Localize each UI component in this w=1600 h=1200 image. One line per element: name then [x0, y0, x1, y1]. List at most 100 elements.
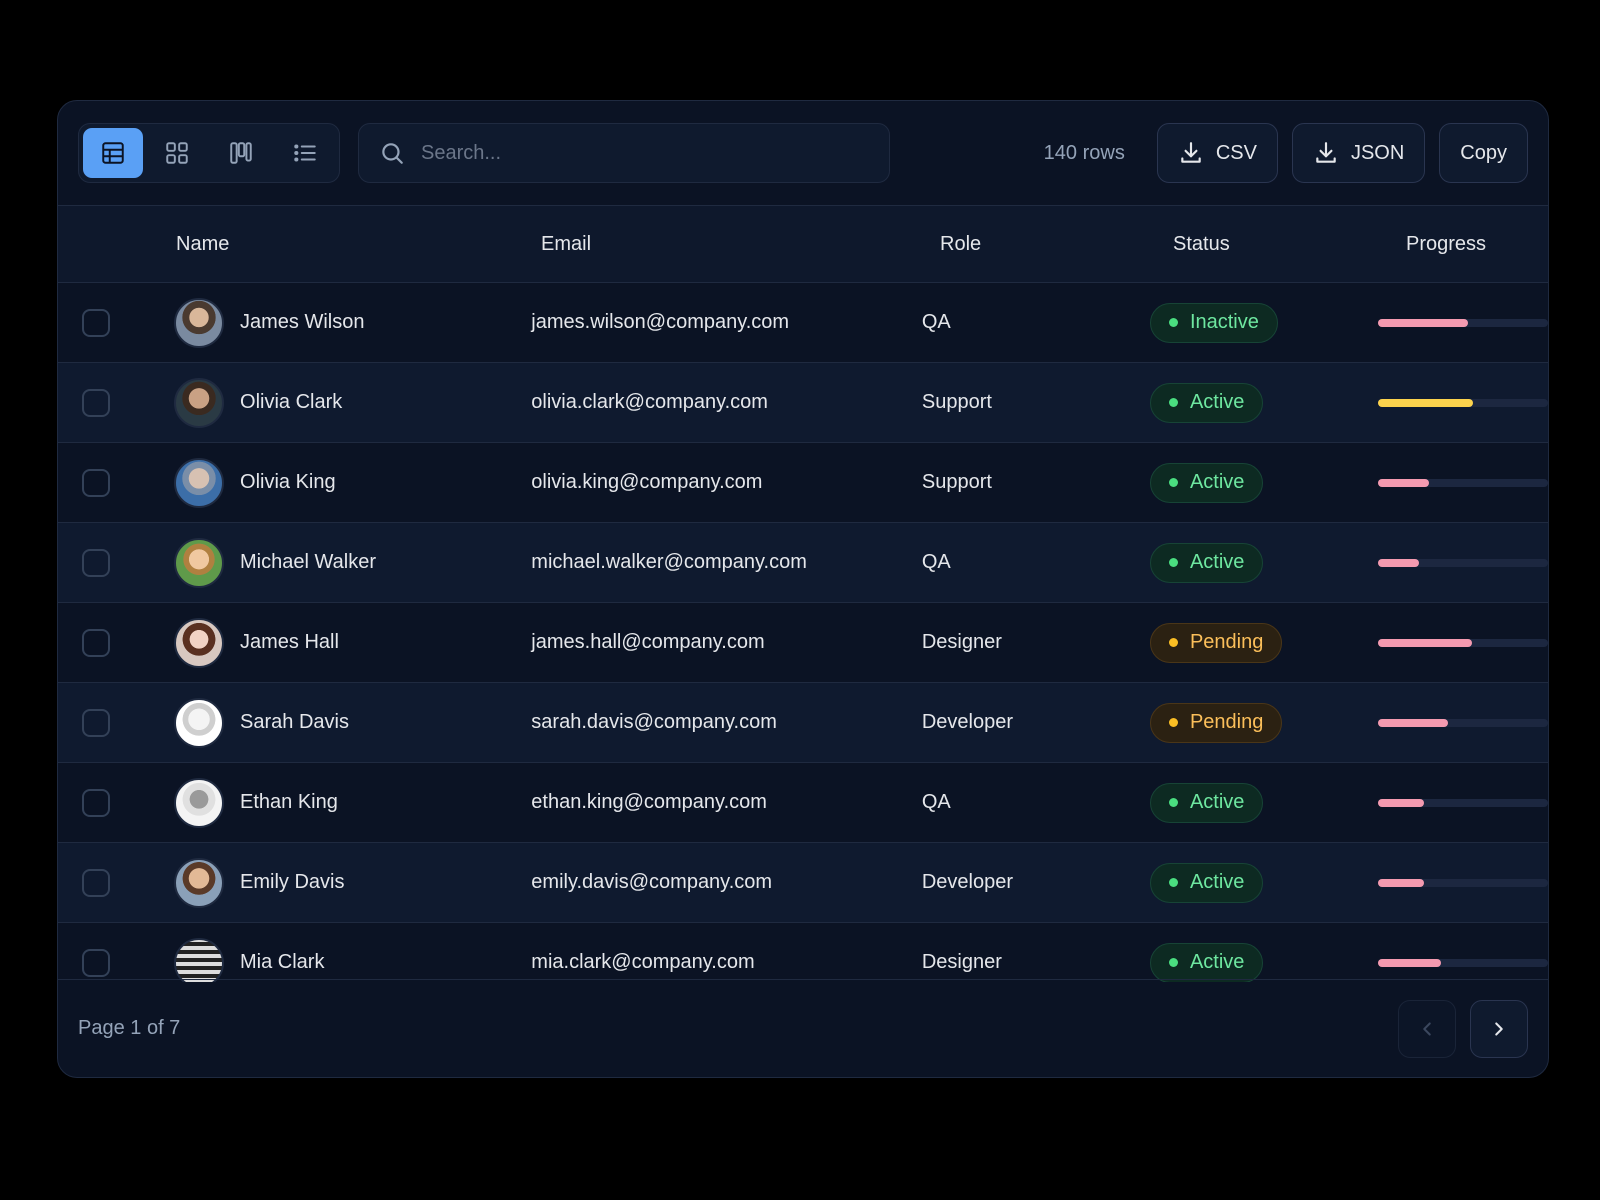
email-cell: olivia.king@company.com — [531, 471, 922, 494]
progress-bar — [1378, 878, 1548, 887]
row-checkbox[interactable] — [82, 708, 110, 737]
row-checkbox-cell — [58, 868, 174, 897]
row-checkbox[interactable] — [82, 948, 110, 977]
avatar — [174, 537, 225, 588]
row-checkbox-cell — [58, 548, 174, 577]
table-row[interactable]: Olivia King olivia.king@company.com Supp… — [58, 443, 1548, 523]
role-cell: QA — [922, 311, 1150, 334]
progress-cell — [1378, 718, 1548, 727]
name-cell: Michael Walker — [174, 537, 531, 588]
email-cell: sarah.davis@company.com — [531, 711, 922, 734]
progress-bar-fill — [1378, 558, 1419, 567]
status-label: Active — [1189, 951, 1245, 973]
row-checkbox-cell — [58, 948, 174, 977]
row-checkbox[interactable] — [82, 788, 110, 817]
email-cell: olivia.clark@company.com — [531, 391, 922, 414]
status-cell: Active — [1149, 462, 1378, 503]
user-role: Designer — [921, 631, 1002, 653]
row-checkbox[interactable] — [82, 468, 110, 497]
next-page-button[interactable] — [1470, 999, 1528, 1058]
status-label: Active — [1189, 391, 1245, 413]
status-dot-icon — [1168, 798, 1178, 807]
user-email: james.hall@company.com — [531, 631, 765, 653]
status-badge: Active — [1149, 382, 1264, 423]
user-name: Olivia King — [240, 471, 336, 493]
search-input[interactable] — [419, 140, 869, 166]
toolbar: 140 rows CSV JSON Copy — [58, 101, 1548, 205]
progress-bar-fill — [1378, 718, 1448, 727]
status-badge: Active — [1149, 782, 1264, 823]
row-checkbox-cell — [58, 468, 174, 497]
column-header-email[interactable]: Email — [541, 233, 940, 256]
progress-cell — [1378, 398, 1548, 407]
view-switcher — [78, 123, 340, 183]
row-checkbox-cell — [58, 628, 174, 657]
table-row[interactable]: Michael Walker michael.walker@company.co… — [58, 523, 1548, 603]
progress-bar-fill — [1378, 398, 1474, 407]
table-row[interactable]: Emily Davis emily.davis@company.com Deve… — [58, 843, 1548, 923]
column-header-role[interactable]: Role — [940, 233, 1173, 256]
data-table-panel: 140 rows CSV JSON Copy Name Email Role S… — [57, 100, 1549, 1078]
table-row[interactable]: James Wilson james.wilson@company.com QA… — [58, 283, 1548, 363]
avatar — [174, 777, 225, 828]
status-badge: Active — [1149, 942, 1264, 982]
export-csv-button[interactable]: CSV — [1156, 123, 1278, 183]
user-email: emily.davis@company.com — [531, 871, 773, 893]
previous-page-button[interactable] — [1398, 999, 1456, 1058]
status-dot-icon — [1168, 958, 1178, 967]
column-header-progress[interactable]: Progress — [1406, 233, 1548, 256]
avatar — [174, 297, 225, 348]
table: Name Email Role Status Progress James Wi… — [58, 205, 1548, 982]
row-checkbox[interactable] — [82, 548, 110, 577]
status-dot-icon — [1168, 718, 1178, 727]
status-cell: Inactive — [1149, 302, 1378, 343]
user-email: ethan.king@company.com — [531, 791, 767, 813]
progress-cell — [1378, 798, 1548, 807]
status-dot-icon — [1168, 558, 1178, 567]
row-checkbox-cell — [58, 788, 174, 817]
user-role: QA — [921, 311, 951, 333]
list-view-button[interactable] — [275, 128, 335, 178]
status-cell: Active — [1149, 862, 1378, 903]
table-icon — [102, 142, 124, 164]
user-email: sarah.davis@company.com — [531, 711, 777, 733]
columns-icon — [230, 142, 252, 164]
user-name: Michael Walker — [240, 551, 376, 573]
download-icon — [1316, 142, 1336, 163]
row-checkbox-cell — [58, 708, 174, 737]
email-cell: james.hall@company.com — [531, 631, 922, 654]
download-icon — [1181, 142, 1201, 163]
board-view-button[interactable] — [211, 128, 271, 178]
user-name: James Wilson — [240, 311, 365, 333]
row-checkbox[interactable] — [82, 308, 110, 337]
table-row[interactable]: James Hall james.hall@company.com Design… — [58, 603, 1548, 683]
table-row[interactable]: Sarah Davis sarah.davis@company.com Deve… — [58, 683, 1548, 763]
progress-bar-fill — [1378, 318, 1469, 327]
column-header-status[interactable]: Status — [1173, 233, 1406, 256]
column-header-name[interactable]: Name — [176, 233, 541, 256]
user-name: Mia Clark — [240, 951, 325, 973]
name-cell: Olivia King — [174, 457, 531, 508]
copy-button[interactable]: Copy — [1439, 123, 1528, 183]
progress-cell — [1378, 318, 1548, 327]
search-box — [358, 123, 890, 183]
table-view-button[interactable] — [83, 128, 143, 178]
user-role: QA — [921, 791, 951, 813]
row-checkbox[interactable] — [82, 868, 110, 897]
grid-view-button[interactable] — [147, 128, 207, 178]
role-cell: QA — [922, 791, 1150, 814]
status-cell: Active — [1149, 542, 1378, 583]
name-cell: Ethan King — [174, 777, 531, 828]
export-json-button[interactable]: JSON — [1291, 123, 1426, 183]
table-row[interactable]: Olivia Clark olivia.clark@company.com Su… — [58, 363, 1548, 443]
row-checkbox[interactable] — [82, 628, 110, 657]
row-checkbox[interactable] — [82, 388, 110, 417]
status-badge: Active — [1149, 542, 1264, 583]
table-row[interactable]: Ethan King ethan.king@company.com QA Act… — [58, 763, 1548, 843]
avatar — [174, 937, 225, 982]
progress-cell — [1378, 638, 1548, 647]
status-badge: Pending — [1149, 702, 1283, 743]
status-label: Active — [1189, 551, 1245, 573]
status-label: Active — [1189, 471, 1245, 493]
table-row[interactable]: Mia Clark mia.clark@company.com Designer… — [58, 923, 1548, 982]
